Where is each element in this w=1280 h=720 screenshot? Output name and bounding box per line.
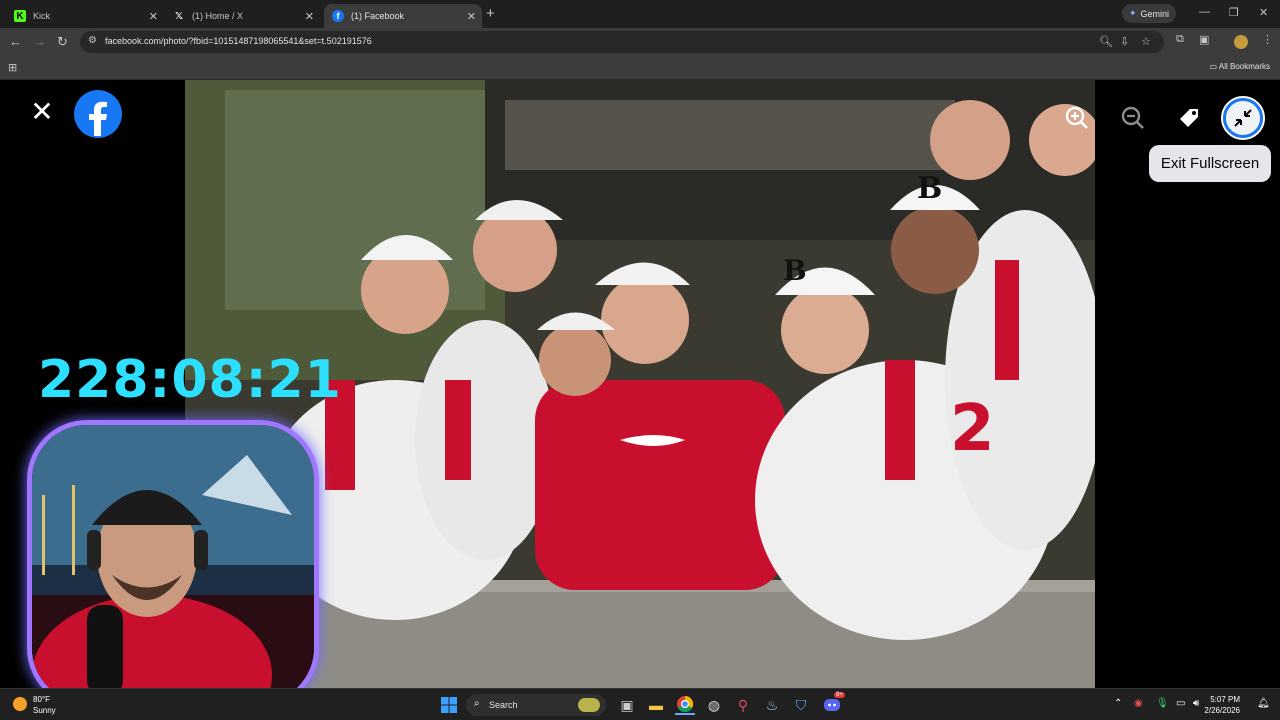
webcam-overlay — [27, 420, 319, 708]
x-icon: 𝕏 — [174, 10, 184, 22]
site-settings-icon[interactable]: ⚙ — [88, 35, 97, 46]
kick-icon: K — [14, 10, 26, 22]
exit-fullscreen-tooltip: Exit Fullscreen — [1149, 145, 1271, 182]
webcam-feed — [32, 425, 314, 703]
zoom-icon[interactable]: 🔍︎ — [1099, 35, 1113, 48]
close-tab-icon[interactable]: ✕ — [149, 10, 158, 23]
close-viewer-button[interactable]: ✕ — [28, 98, 56, 126]
restore-icon[interactable]: ❐ — [1229, 6, 1239, 19]
exit-fullscreen-button[interactable] — [1221, 96, 1265, 140]
weather-widget[interactable]: 80°F Sunny — [33, 694, 56, 716]
reload-icon[interactable]: ↻ — [57, 34, 68, 50]
close-tab-icon[interactable]: ✕ — [305, 10, 314, 23]
facebook-logo[interactable] — [74, 90, 122, 138]
all-bookmarks-button[interactable]: ▭ All Bookmarks — [1210, 62, 1270, 71]
notifications-icon[interactable]: 🔔︎ — [1257, 698, 1270, 709]
address-bar[interactable]: ⚙ facebook.com/photo/?fbid=1015148719806… — [80, 31, 1164, 53]
browser-titlebar: K Kick ✕ 𝕏 (1) Home / X ✕ f (1) Facebook… — [0, 0, 1280, 28]
tray-app-icon[interactable]: ◉ — [1134, 698, 1143, 709]
windows-taskbar: 80°F Sunny ⌕ Search ▣ ▬ ◍ ⚲ ♨ ⛉ 9+ ⌃ ◉ 🎙… — [0, 688, 1280, 720]
weather-condition: Sunny — [33, 706, 56, 715]
tray-overflow-icon[interactable]: ⌃ — [1114, 698, 1122, 709]
window-close-icon[interactable]: ✕ — [1259, 6, 1268, 19]
discord-icon[interactable]: 9+ — [822, 692, 845, 715]
tag-icon — [1180, 109, 1198, 127]
folder-icon: ▭ — [1209, 62, 1218, 71]
back-icon[interactable]: ← — [9, 34, 22, 49]
zoom-in-button[interactable] — [1057, 98, 1097, 138]
gemini-button[interactable]: ✦ Gemini — [1122, 4, 1176, 23]
file-explorer-icon[interactable]: ▬ — [646, 695, 666, 715]
svg-text:B: B — [917, 171, 942, 206]
windows-logo-icon — [441, 697, 457, 713]
zoom-out-icon — [1121, 106, 1144, 129]
menu-kebab-icon[interactable]: ⋮ — [1262, 33, 1273, 46]
task-view-icon[interactable]: ▣ — [617, 695, 637, 715]
obs-icon[interactable]: ◍ — [704, 695, 724, 715]
tag-photo-button[interactable] — [1169, 98, 1209, 138]
side-panel-icon[interactable]: ▣ — [1199, 33, 1209, 46]
extensions-icon[interactable]: ⧉ — [1176, 33, 1184, 46]
forward-icon[interactable]: → — [33, 34, 46, 49]
exit-fullscreen-icon — [1234, 109, 1252, 127]
facebook-icon — [89, 101, 107, 136]
bookmark-star-icon[interactable]: ☆ — [1141, 35, 1151, 48]
zoom-in-icon — [1065, 106, 1088, 129]
svg-text:2: 2 — [950, 392, 995, 466]
url-text[interactable]: facebook.com/photo/?fbid=101514871980655… — [105, 36, 372, 46]
profile-avatar[interactable] — [1234, 35, 1248, 49]
chrome-icon[interactable] — [675, 695, 695, 715]
svg-text:B: B — [783, 254, 807, 287]
zoom-out-button[interactable] — [1113, 98, 1153, 138]
microphone-icon[interactable]: 🎙︎ — [1156, 698, 1169, 709]
new-tab-button[interactable]: + — [486, 5, 495, 22]
discord-badge: 9+ — [834, 692, 845, 698]
taskbar-search[interactable]: ⌕ Search — [466, 694, 606, 716]
tab-facebook[interactable]: f (1) Facebook ✕ — [324, 4, 482, 28]
tab-x-home[interactable]: 𝕏 (1) Home / X ✕ — [165, 4, 320, 28]
apps-grid-icon[interactable]: ⊞ — [8, 61, 17, 74]
facebook-icon: f — [332, 10, 344, 22]
search-highlight-icon — [578, 698, 600, 712]
stream-timer: 228:08:21 — [38, 350, 342, 410]
all-bookmarks-label: All Bookmarks — [1218, 62, 1270, 71]
volume-icon[interactable]: 🔊︎ — [1193, 698, 1199, 709]
tab-label: (1) Home / X — [192, 11, 244, 21]
tab-label: (1) Facebook — [351, 11, 405, 21]
security-shield-icon[interactable]: ⛉ — [791, 695, 811, 715]
search-icon: ⌕ — [474, 698, 480, 709]
tab-kick[interactable]: K Kick ✕ — [6, 4, 164, 28]
close-tab-icon[interactable]: ✕ — [467, 10, 476, 23]
browser-toolbar: ← → ↻ ⚙ facebook.com/photo/?fbid=1015148… — [0, 28, 1280, 56]
network-icon[interactable]: ▭ — [1176, 698, 1185, 709]
weather-sun-icon[interactable] — [13, 697, 27, 711]
search-label: Search — [489, 700, 518, 710]
gemini-icon: ✦ — [1128, 8, 1137, 18]
maps-pin-icon[interactable]: ⚲ — [733, 695, 753, 715]
bookmarks-bar: ⊞ ▭ All Bookmarks — [0, 56, 1280, 80]
tab-label: Kick — [33, 11, 51, 21]
steam-icon[interactable]: ♨ — [762, 695, 782, 715]
clock-date: 2/26/2026 — [1204, 706, 1240, 715]
weather-temperature: 80°F — [33, 695, 50, 704]
start-button[interactable] — [439, 695, 459, 715]
taskbar-clock[interactable]: 5:07 PM 2/26/2026 — [1204, 694, 1240, 716]
install-app-icon[interactable]: ⇩ — [1120, 35, 1129, 48]
clock-time: 5:07 PM — [1210, 695, 1240, 704]
minimize-icon[interactable]: — — [1199, 6, 1210, 18]
gemini-label: Gemini — [1140, 8, 1170, 19]
